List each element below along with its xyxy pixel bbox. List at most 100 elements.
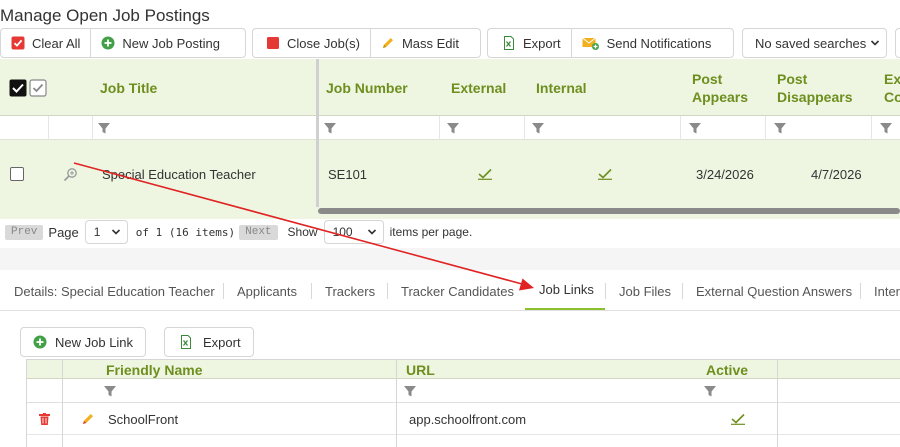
links-filter-row [27, 379, 900, 403]
column-job-number[interactable]: Job Number [326, 59, 408, 116]
cell-friendly-name: SchoolFront [108, 411, 179, 427]
new-job-link-button[interactable]: New Job Link [20, 327, 146, 357]
column-post-appears-line2: Appears [692, 88, 749, 105]
plus-circle-icon [101, 36, 115, 50]
column-external-co[interactable]: Ext Co [884, 59, 900, 116]
filter-funnel-icon[interactable] [103, 384, 117, 398]
column-post-appears[interactable]: Post Appears [692, 59, 748, 116]
column-post-disappears[interactable]: Post Disappears [777, 59, 852, 116]
filter-funnel-icon[interactable] [773, 121, 787, 135]
select-page-checkbox[interactable] [29, 59, 47, 116]
filter-cell [525, 116, 681, 140]
column-job-title[interactable]: Job Title [100, 59, 157, 116]
filter-cell [681, 116, 766, 140]
export-label: Export [523, 35, 561, 51]
select-all-checkbox[interactable] [9, 59, 27, 116]
per-page-text: items per page. [389, 225, 473, 239]
next-page-button[interactable]: Next [239, 224, 278, 240]
mass-edit-label: Mass Edit [401, 35, 460, 51]
section-divider [0, 248, 900, 270]
delete-link-button[interactable] [39, 403, 50, 435]
check-icon [477, 141, 493, 207]
toolbar-overflow-select[interactable] [895, 28, 900, 58]
filter-funnel-icon[interactable] [403, 384, 417, 398]
column-post-appears-line1: Post [692, 70, 723, 87]
tab-external-question-answers[interactable]: External Question Answers [682, 271, 866, 311]
page-select[interactable]: 1 [84, 220, 128, 244]
filter-funnel-icon[interactable] [531, 121, 545, 135]
filter-cell [0, 116, 49, 140]
filter-funnel-icon[interactable] [879, 121, 893, 135]
clear-all-label: Clear All [32, 35, 81, 51]
check-icon [597, 141, 613, 207]
new-job-posting-label: New Job Posting [122, 35, 220, 51]
saved-searches-select[interactable]: No saved searches [742, 28, 887, 58]
column-internal[interactable]: Internal [536, 59, 587, 116]
export-button[interactable]: Export [488, 29, 571, 57]
view-details-button[interactable] [63, 141, 78, 207]
tab-details[interactable]: Details: Special Education Teacher [0, 271, 229, 311]
tab-interviews[interactable]: Inter [860, 271, 900, 311]
saved-searches-value: No saved searches [755, 35, 867, 51]
grid-filter-row [0, 116, 900, 140]
cell-url[interactable]: app.schoolfront.com [409, 403, 526, 435]
page-label: Page [48, 224, 79, 240]
page-count-text: of 1 (16 items) [135, 225, 236, 239]
page-title: Manage Open Job Postings [0, 6, 210, 25]
tab-job-files[interactable]: Job Files [605, 271, 685, 311]
tab-trackers[interactable]: Trackers [311, 271, 389, 311]
pencil-icon [81, 412, 95, 426]
prev-page-button[interactable]: Prev [5, 224, 44, 240]
filter-cell [319, 116, 440, 140]
checkbox-box [10, 167, 24, 181]
row-checkbox[interactable] [10, 141, 24, 207]
filter-funnel-icon[interactable] [446, 121, 460, 135]
table-row[interactable]: Special Education Teacher SE101 3/24/202… [0, 141, 900, 207]
close-jobs-label: Close Job(s) [287, 35, 360, 51]
links-grid-header: Friendly Name URL Active [27, 359, 900, 379]
check-icon [730, 403, 746, 435]
column-divider [396, 359, 397, 447]
send-notifications-button[interactable]: Send Notifications [570, 29, 722, 57]
mass-edit-button[interactable]: Mass Edit [369, 29, 469, 57]
filter-cell [440, 116, 525, 140]
job-postings-grid: Job Title Job Number External Internal P… [0, 59, 900, 219]
checkbox-checked-icon [9, 79, 27, 97]
new-job-link-label: New Job Link [55, 334, 134, 350]
filter-funnel-icon[interactable] [97, 121, 111, 135]
column-url[interactable]: URL [406, 360, 435, 380]
page-size-select[interactable]: 100 [323, 220, 384, 244]
toolbar-group-edit: Close Job(s) Mass Edit [252, 28, 481, 58]
column-external[interactable]: External [451, 59, 506, 116]
close-jobs-button[interactable]: Close Job(s) [253, 29, 370, 57]
page: Manage Open Job Postings Clear All New J… [0, 0, 900, 447]
filter-funnel-icon[interactable] [323, 121, 337, 135]
column-active[interactable]: Active [706, 360, 748, 380]
show-label: Show [287, 225, 318, 239]
column-post-disappears-line1: Post [777, 70, 808, 87]
filter-cell [766, 116, 872, 140]
links-export-button[interactable]: Export [164, 327, 254, 357]
tab-tracker-candidates[interactable]: Tracker Candidates [387, 271, 528, 311]
column-friendly-name[interactable]: Friendly Name [106, 360, 202, 380]
column-external-co-line1: Ext [884, 70, 900, 87]
table-row[interactable]: SchoolFront app.schoolfront.com [27, 403, 900, 435]
plus-circle-icon [33, 335, 47, 349]
filter-funnel-icon[interactable] [703, 384, 717, 398]
clear-all-button[interactable]: Clear All [1, 29, 90, 57]
detail-tabs: Details: Special Education Teacher Appli… [0, 271, 900, 311]
cell-job-title[interactable]: Special Education Teacher [102, 141, 256, 207]
new-job-posting-button[interactable]: New Job Posting [90, 29, 230, 57]
page-select-value: 1 [93, 225, 101, 239]
column-post-disappears-line2: Disappears [777, 88, 853, 105]
frozen-column-divider[interactable] [316, 59, 319, 207]
tab-applicants[interactable]: Applicants [223, 271, 311, 311]
chevron-down-icon [111, 225, 121, 239]
horizontal-scrollbar[interactable] [318, 208, 900, 214]
grid-header: Job Title Job Number External Internal P… [0, 59, 900, 116]
filter-funnel-icon[interactable] [688, 121, 702, 135]
chevron-down-icon [367, 225, 377, 239]
page-size-value: 100 [332, 225, 353, 239]
edit-link-button[interactable] [81, 403, 95, 435]
tab-job-links[interactable]: Job Links [525, 271, 605, 310]
